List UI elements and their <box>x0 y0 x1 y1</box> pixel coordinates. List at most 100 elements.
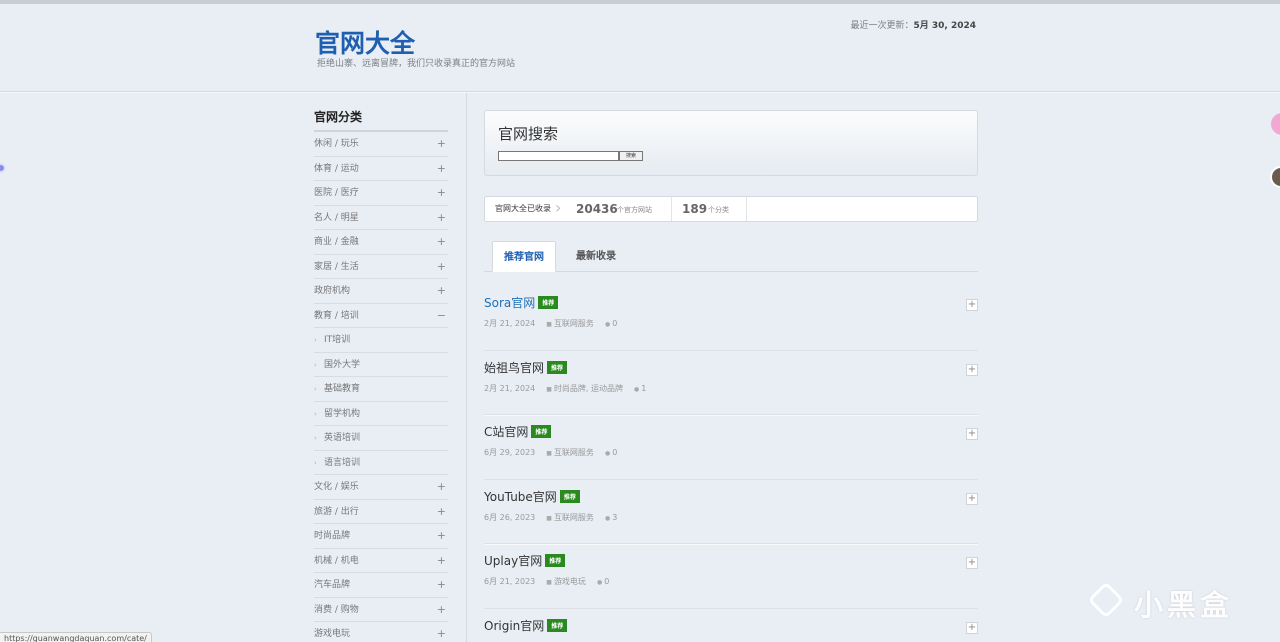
post-title[interactable]: Sora官网 <box>484 296 535 310</box>
expand-icon[interactable]: + <box>437 230 446 254</box>
subcategory-item[interactable]: › 语言培训 <box>314 451 448 475</box>
post-category[interactable]: 互联网服务 <box>554 513 594 522</box>
category-label: 文化 / 娱乐 <box>314 482 359 492</box>
floating-avatar[interactable] <box>1270 166 1280 188</box>
expand-icon[interactable]: + <box>437 279 446 303</box>
expand-icon[interactable]: + <box>437 475 446 499</box>
post-meta: 2月 21, 2024 ■ 时尚品牌, 运动品牌 ● 1 <box>484 383 646 394</box>
expand-icon[interactable]: + <box>437 255 446 279</box>
subcategory-label: 英语培训 <box>324 433 361 443</box>
post-comments[interactable]: 0 <box>612 448 617 457</box>
post-title[interactable]: 始祖鸟官网 <box>484 361 544 375</box>
expand-icon[interactable]: + <box>437 549 446 573</box>
post-comments[interactable]: 0 <box>604 577 609 586</box>
tab-latest[interactable]: 最新收录 <box>564 241 628 272</box>
expand-icon[interactable]: − <box>437 304 446 328</box>
post-title-link[interactable]: YouTube官网 推荐 <box>484 488 580 505</box>
site-header: 官网大全 拒绝山寨、远离冒牌，我们只收录真正的官方网站 最近一次更新：5月 30… <box>0 4 1280 92</box>
post-category[interactable]: 游戏电玩 <box>554 577 586 586</box>
category-item[interactable]: 休闲 / 玩乐 + <box>314 132 448 157</box>
comment-icon: ● <box>604 321 611 328</box>
last-update: 最近一次更新：5月 30, 2024 <box>850 18 976 31</box>
post-category[interactable]: 互联网服务 <box>554 448 594 457</box>
category-item[interactable]: 消费 / 购物 + <box>314 598 448 622</box>
expand-icon[interactable]: + <box>437 524 446 548</box>
category-item[interactable]: 商业 / 金融 + <box>314 230 448 255</box>
search-title: 官网搜索 <box>498 125 559 143</box>
category-item[interactable]: 文化 / 娱乐 + <box>314 475 448 500</box>
post-item: Uplay官网 推荐 6月 21, 2023 ■ 游戏电玩 ● 0 + <box>484 545 978 609</box>
post-title-link[interactable]: Sora官网 推荐 <box>484 294 559 311</box>
subcategory-item[interactable]: › 国外大学 <box>314 353 448 377</box>
post-date: 2月 21, 2024 <box>484 319 536 328</box>
post-comments[interactable]: 0 <box>612 319 617 328</box>
folder-icon: ■ <box>546 514 552 522</box>
category-label: 旅游 / 出行 <box>314 506 359 517</box>
recommend-badge: 推荐 <box>545 554 566 567</box>
category-item[interactable]: 名人 / 明星 + <box>314 206 448 230</box>
post-title-link[interactable]: 始祖鸟官网 推荐 <box>484 359 568 376</box>
post-title[interactable]: Uplay官网 <box>484 554 542 568</box>
floating-widget-icon[interactable] <box>0 163 6 173</box>
site-subtitle: 拒绝山寨、远离冒牌，我们只收录真正的官方网站 <box>317 59 516 69</box>
chevron-right-icon: › <box>314 360 317 369</box>
post-title-link[interactable]: Origin官网 推荐 <box>484 617 568 634</box>
stats-label: 官网大全已收录 <box>495 204 551 213</box>
post-comments[interactable]: 1 <box>641 384 646 393</box>
category-item[interactable]: 医院 / 医疗 + <box>314 181 448 206</box>
expand-post-button[interactable]: + <box>966 492 978 505</box>
expand-icon[interactable]: + <box>437 181 446 205</box>
category-item[interactable]: 时尚品牌 + <box>314 524 448 549</box>
expand-icon[interactable]: + <box>437 132 446 156</box>
expand-icon[interactable]: + <box>437 206 446 230</box>
expand-icon[interactable]: + <box>437 598 446 622</box>
site-title[interactable]: 官网大全 <box>315 24 415 60</box>
category-item[interactable]: 汽车品牌 + <box>314 573 448 598</box>
category-item[interactable]: 机械 / 机电 + <box>314 549 448 573</box>
expand-icon[interactable]: + <box>437 500 446 524</box>
sites-count: 20436 <box>576 202 618 216</box>
subcategory-item[interactable]: › IT培训 <box>314 328 448 353</box>
post-title[interactable]: C站官网 <box>484 425 528 439</box>
chevron-right-icon: › <box>314 385 317 393</box>
chevron-right-icon: › <box>555 198 562 217</box>
post-category[interactable]: 时尚品牌, 运动品牌 <box>554 384 623 393</box>
subcategory-item[interactable]: › 英语培训 <box>314 426 448 451</box>
subcategory-item[interactable]: › 留学机构 <box>314 402 448 426</box>
expand-icon[interactable]: + <box>437 622 446 642</box>
category-label: 医院 / 医疗 <box>314 188 359 198</box>
post-comments[interactable]: 3 <box>612 513 617 522</box>
category-label: 汽车品牌 <box>314 580 351 590</box>
post-title[interactable]: YouTube官网 <box>484 490 557 504</box>
category-label: 体育 / 运动 <box>314 163 359 174</box>
category-item[interactable]: 家居 / 生活 + <box>314 255 448 279</box>
subcategory-label: 国外大学 <box>324 359 361 370</box>
categories-count: 189 <box>682 202 708 216</box>
subcategory-label: 留学机构 <box>324 408 361 419</box>
category-item[interactable]: 旅游 / 出行 + <box>314 500 448 524</box>
subcategory-item[interactable]: › 基础教育 <box>314 377 448 402</box>
floating-pink-icon[interactable] <box>1271 113 1280 135</box>
category-item[interactable]: 游戏电玩 + <box>314 622 448 642</box>
category-item[interactable]: 教育 / 培训 − <box>314 304 448 328</box>
expand-post-button[interactable]: + <box>966 428 978 440</box>
tab-recommended[interactable]: 推荐官网 <box>492 241 556 272</box>
post-title-link[interactable]: C站官网 推荐 <box>484 423 552 440</box>
post-title[interactable]: Origin官网 <box>484 619 544 633</box>
expand-icon[interactable]: + <box>437 573 446 597</box>
expand-post-button[interactable]: + <box>966 363 978 376</box>
post-date: 2月 21, 2024 <box>484 383 536 393</box>
expand-post-button[interactable]: + <box>966 299 978 311</box>
expand-post-button[interactable]: + <box>966 557 978 569</box>
stats-bar: 官网大全已收录 › 20436 个官方网站 189 个分类 <box>484 196 978 222</box>
expand-post-button[interactable]: + <box>966 621 978 634</box>
recommend-badge: 推荐 <box>559 489 580 503</box>
expand-icon[interactable]: + <box>437 157 446 181</box>
search-input[interactable] <box>498 151 619 161</box>
category-item[interactable]: 体育 / 运动 + <box>314 157 448 181</box>
search-button[interactable]: 搜索 <box>619 151 643 161</box>
post-category[interactable]: 互联网服务 <box>554 319 594 328</box>
post-title-link[interactable]: Uplay官网 推荐 <box>484 552 566 569</box>
post-meta: 2月 21, 2024 ■ 互联网服务 ● 0 <box>484 318 617 329</box>
category-item[interactable]: 政府机构 + <box>314 279 448 304</box>
